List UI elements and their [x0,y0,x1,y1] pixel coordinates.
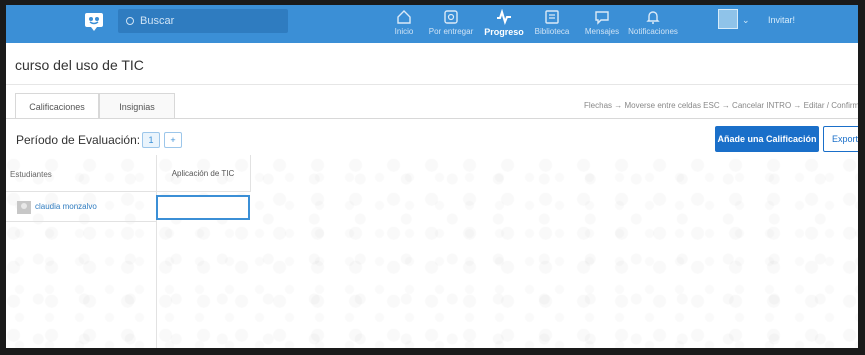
student-name-link[interactable]: claudia monzalvo [35,202,97,211]
search-input[interactable]: Buscar [118,9,288,33]
period-label: Período de Evaluación: [16,133,141,147]
divider [6,84,858,85]
pulse-icon [497,9,511,25]
nav-notificaciones[interactable]: Notificaciones [624,9,682,41]
nav-notificaciones-label: Notificaciones [628,27,678,36]
assignment-column-header[interactable]: Aplicación de TIC [156,169,250,178]
nav-home[interactable]: Inicio [392,9,416,41]
edmodo-logo-icon[interactable] [84,11,104,33]
grade-cell-input[interactable] [156,195,250,220]
nav-progreso-label: Progreso [484,27,524,37]
tab-insignias[interactable]: Insignias [99,93,175,119]
nav-progreso[interactable]: Progreso [484,9,524,41]
add-period-button[interactable]: + [164,132,182,148]
chat-icon [595,11,609,25]
gradebook-grid [6,155,858,348]
home-icon [397,10,411,24]
nav-biblioteca[interactable]: Biblioteca [534,9,570,41]
app-window: Buscar Inicio Por entregar Progreso Bibl… [6,5,858,348]
column-divider [156,155,157,348]
search-icon [126,17,134,25]
header-divider [6,191,250,192]
user-avatar[interactable] [718,9,738,29]
keyboard-shortcuts-hint: Flechas → Moverse entre celdas ESC → Can… [584,101,858,110]
nav-home-label: Inicio [394,27,414,36]
bell-icon [646,11,660,24]
period-1-button[interactable]: 1 [142,132,160,148]
row-divider [6,221,156,222]
nav-por-entregar-label: Por entregar [428,27,474,36]
nav-mensajes-label: Mensajes [584,27,620,36]
library-icon [545,10,559,24]
chevron-down-icon[interactable]: ⌄ [742,15,750,26]
nav-biblioteca-label: Biblioteca [534,27,570,36]
tabs-divider [6,118,858,119]
nav-mensajes[interactable]: Mensajes [582,9,622,41]
export-button[interactable]: Exportar [823,126,858,152]
search-placeholder: Buscar [140,15,175,27]
tab-calificaciones[interactable]: Calificaciones [15,93,99,119]
inbox-icon [444,10,458,24]
students-column-header: Estudiantes [10,170,52,179]
student-avatar [17,201,31,214]
invite-link[interactable]: Invitar! [768,15,795,25]
add-grade-button[interactable]: Añade una Calificación [715,126,819,152]
page-title: curso del uso de TIC [15,57,144,73]
top-navbar: Buscar Inicio Por entregar Progreso Bibl… [6,5,858,43]
nav-por-entregar[interactable]: Por entregar [426,9,476,41]
column-divider [250,155,251,192]
